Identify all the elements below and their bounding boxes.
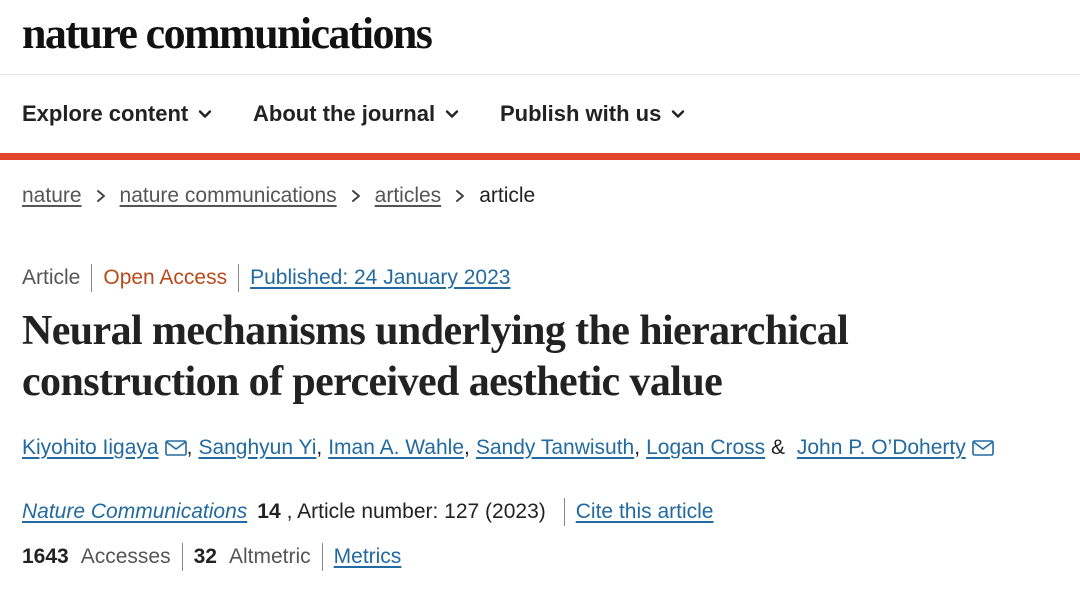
breadcrumb-articles[interactable]: articles [375, 184, 442, 208]
nav-explore-content[interactable]: Explore content [22, 75, 212, 153]
author-link[interactable]: John P. O’Doherty [797, 436, 966, 460]
nav-label: Explore content [22, 101, 189, 126]
breadcrumb-nature[interactable]: nature [22, 184, 82, 208]
open-access-badge: Open Access [103, 266, 228, 289]
chevron-right-icon [456, 190, 465, 202]
mail-icon[interactable] [971, 440, 994, 456]
divider [563, 498, 565, 526]
divider [91, 264, 93, 292]
published-date-link[interactable]: Published: 24 January 2023 [250, 266, 510, 290]
accesses-label: Accesses [80, 545, 171, 568]
site-logo[interactable]: nature communications [22, 8, 433, 60]
chevron-right-icon [351, 190, 360, 202]
article-title: Neural mechanisms underlying the hierarc… [22, 308, 849, 405]
breadcrumb: nature nature communications articles ar… [22, 184, 535, 208]
accesses-count: 1643 [22, 545, 69, 568]
chevron-down-icon [445, 110, 459, 118]
divider [181, 543, 183, 571]
author-link[interactable]: Kiyohito Iigaya [22, 436, 159, 460]
article-stats: 1643 Accesses 32 Altmetric Metrics [22, 543, 401, 571]
author-list: Kiyohito Iigaya , Sanghyun Yi , Iman A. … [22, 436, 994, 460]
author-separator: & [765, 436, 791, 459]
nav-about-journal[interactable]: About the journal [253, 75, 459, 153]
author-separator: , [186, 436, 193, 459]
nav-label: About the journal [253, 101, 436, 126]
article-meta: Article Open Access Published: 24 Januar… [22, 264, 510, 292]
divider [238, 264, 240, 292]
mail-icon[interactable] [164, 440, 187, 456]
metrics-link[interactable]: Metrics [334, 545, 402, 569]
site-header: nature communications [0, 0, 1080, 75]
nav-publish-with-us[interactable]: Publish with us [500, 75, 685, 153]
author-separator: , [316, 436, 323, 459]
author-link[interactable]: Logan Cross [646, 436, 765, 460]
author-separator: , [464, 436, 470, 459]
nav-label: Publish with us [500, 101, 662, 126]
volume-number: 14 [257, 500, 281, 523]
breadcrumb-current: article [479, 184, 536, 207]
article-number: , Article number: 127 (2023) [286, 500, 546, 523]
altmetric-count: 32 [193, 545, 217, 568]
article-type: Article [22, 266, 81, 289]
chevron-down-icon [199, 110, 212, 118]
author-link[interactable]: Sanghyun Yi [198, 436, 316, 460]
author-link[interactable]: Sandy Tanwisuth [476, 436, 634, 460]
main-nav: Explore content About the journal Publis… [0, 75, 1080, 153]
journal-link[interactable]: Nature Communications [22, 500, 247, 524]
cite-article-link[interactable]: Cite this article [576, 500, 714, 524]
altmetric-label: Altmetric [228, 545, 311, 568]
citation-line: Nature Communications 14 , Article numbe… [22, 498, 713, 526]
breadcrumb-nature-communications[interactable]: nature communications [120, 184, 337, 208]
author-link[interactable]: Iman A. Wahle [328, 436, 464, 460]
divider [321, 543, 323, 571]
accent-bar [0, 153, 1080, 160]
chevron-down-icon [672, 110, 685, 118]
author-separator: , [634, 436, 641, 459]
chevron-right-icon [96, 190, 105, 202]
